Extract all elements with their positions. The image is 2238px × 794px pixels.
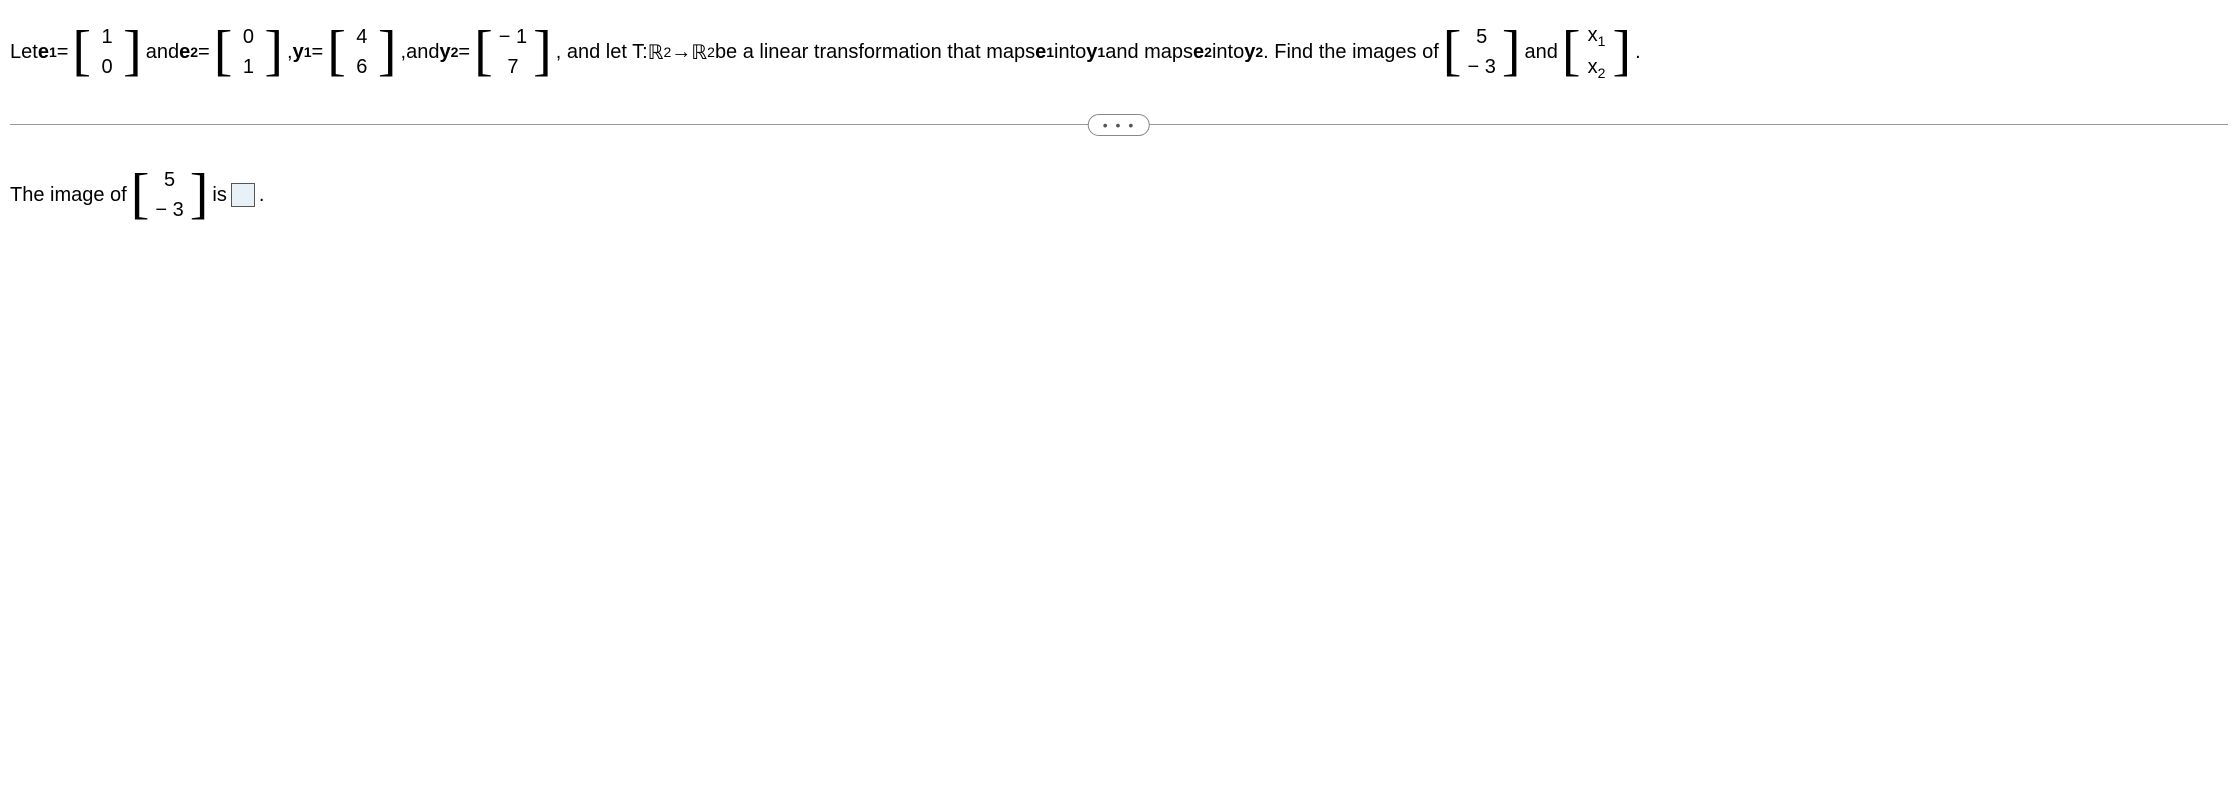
text-transform2: be a linear transformation that maps: [715, 41, 1035, 64]
problem-statement: Let e1 = [ 1 0 ] and e2 = [ 0 1 ] , y1 =…: [10, 20, 2228, 84]
matrix-target1: [ 5 − 3 ]: [1443, 22, 1521, 82]
matrix-e2: [ 0 1 ]: [214, 22, 283, 82]
label-y2: y2: [439, 41, 458, 64]
label-e1: e1: [38, 41, 57, 64]
text-imageof: The image of: [10, 184, 127, 207]
text-and: and: [146, 41, 179, 64]
text-andmaps: and maps: [1105, 41, 1193, 64]
text-answer-period: .: [259, 184, 265, 207]
text-into2: into: [1212, 41, 1244, 64]
label-y1: y1: [293, 41, 312, 64]
label-e2: e2: [179, 41, 198, 64]
ref-e1: e1: [1035, 41, 1054, 64]
matrix-y2: [ − 1 7 ]: [474, 22, 552, 82]
matrix-e1: [ 1 0 ]: [72, 22, 141, 82]
ref-e2: e2: [1193, 41, 1212, 64]
section-divider: • • •: [10, 124, 2228, 125]
text-transform1: , and let T:: [556, 41, 648, 64]
matrix-target2: [ x1 x2 ]: [1562, 20, 1631, 84]
text-eq2: =: [198, 41, 210, 64]
text-eq3: =: [312, 41, 324, 64]
text-is: is: [212, 184, 226, 207]
ref-y2: y2: [1244, 41, 1263, 64]
text-r2-domain: ℝ2→ℝ2: [648, 40, 715, 65]
text-eq4: =: [458, 41, 470, 64]
answer-prompt: The image of [ 5 − 3 ] is .: [10, 165, 2228, 225]
expand-button[interactable]: • • •: [1088, 114, 1150, 136]
ref-y1: y1: [1086, 41, 1105, 64]
matrix-y1: [ 4 6 ]: [327, 22, 396, 82]
answer-input[interactable]: [231, 183, 255, 207]
text-let: Let: [10, 41, 38, 64]
text-into1: into: [1054, 41, 1086, 64]
text-find: . Find the images of: [1263, 41, 1439, 64]
text-period: .: [1635, 41, 1641, 64]
text-eq: =: [57, 41, 69, 64]
text-comma-and: , and: [401, 41, 440, 64]
matrix-answer-vec: [ 5 − 3 ]: [131, 165, 209, 225]
text-and2: and: [1524, 41, 1557, 64]
